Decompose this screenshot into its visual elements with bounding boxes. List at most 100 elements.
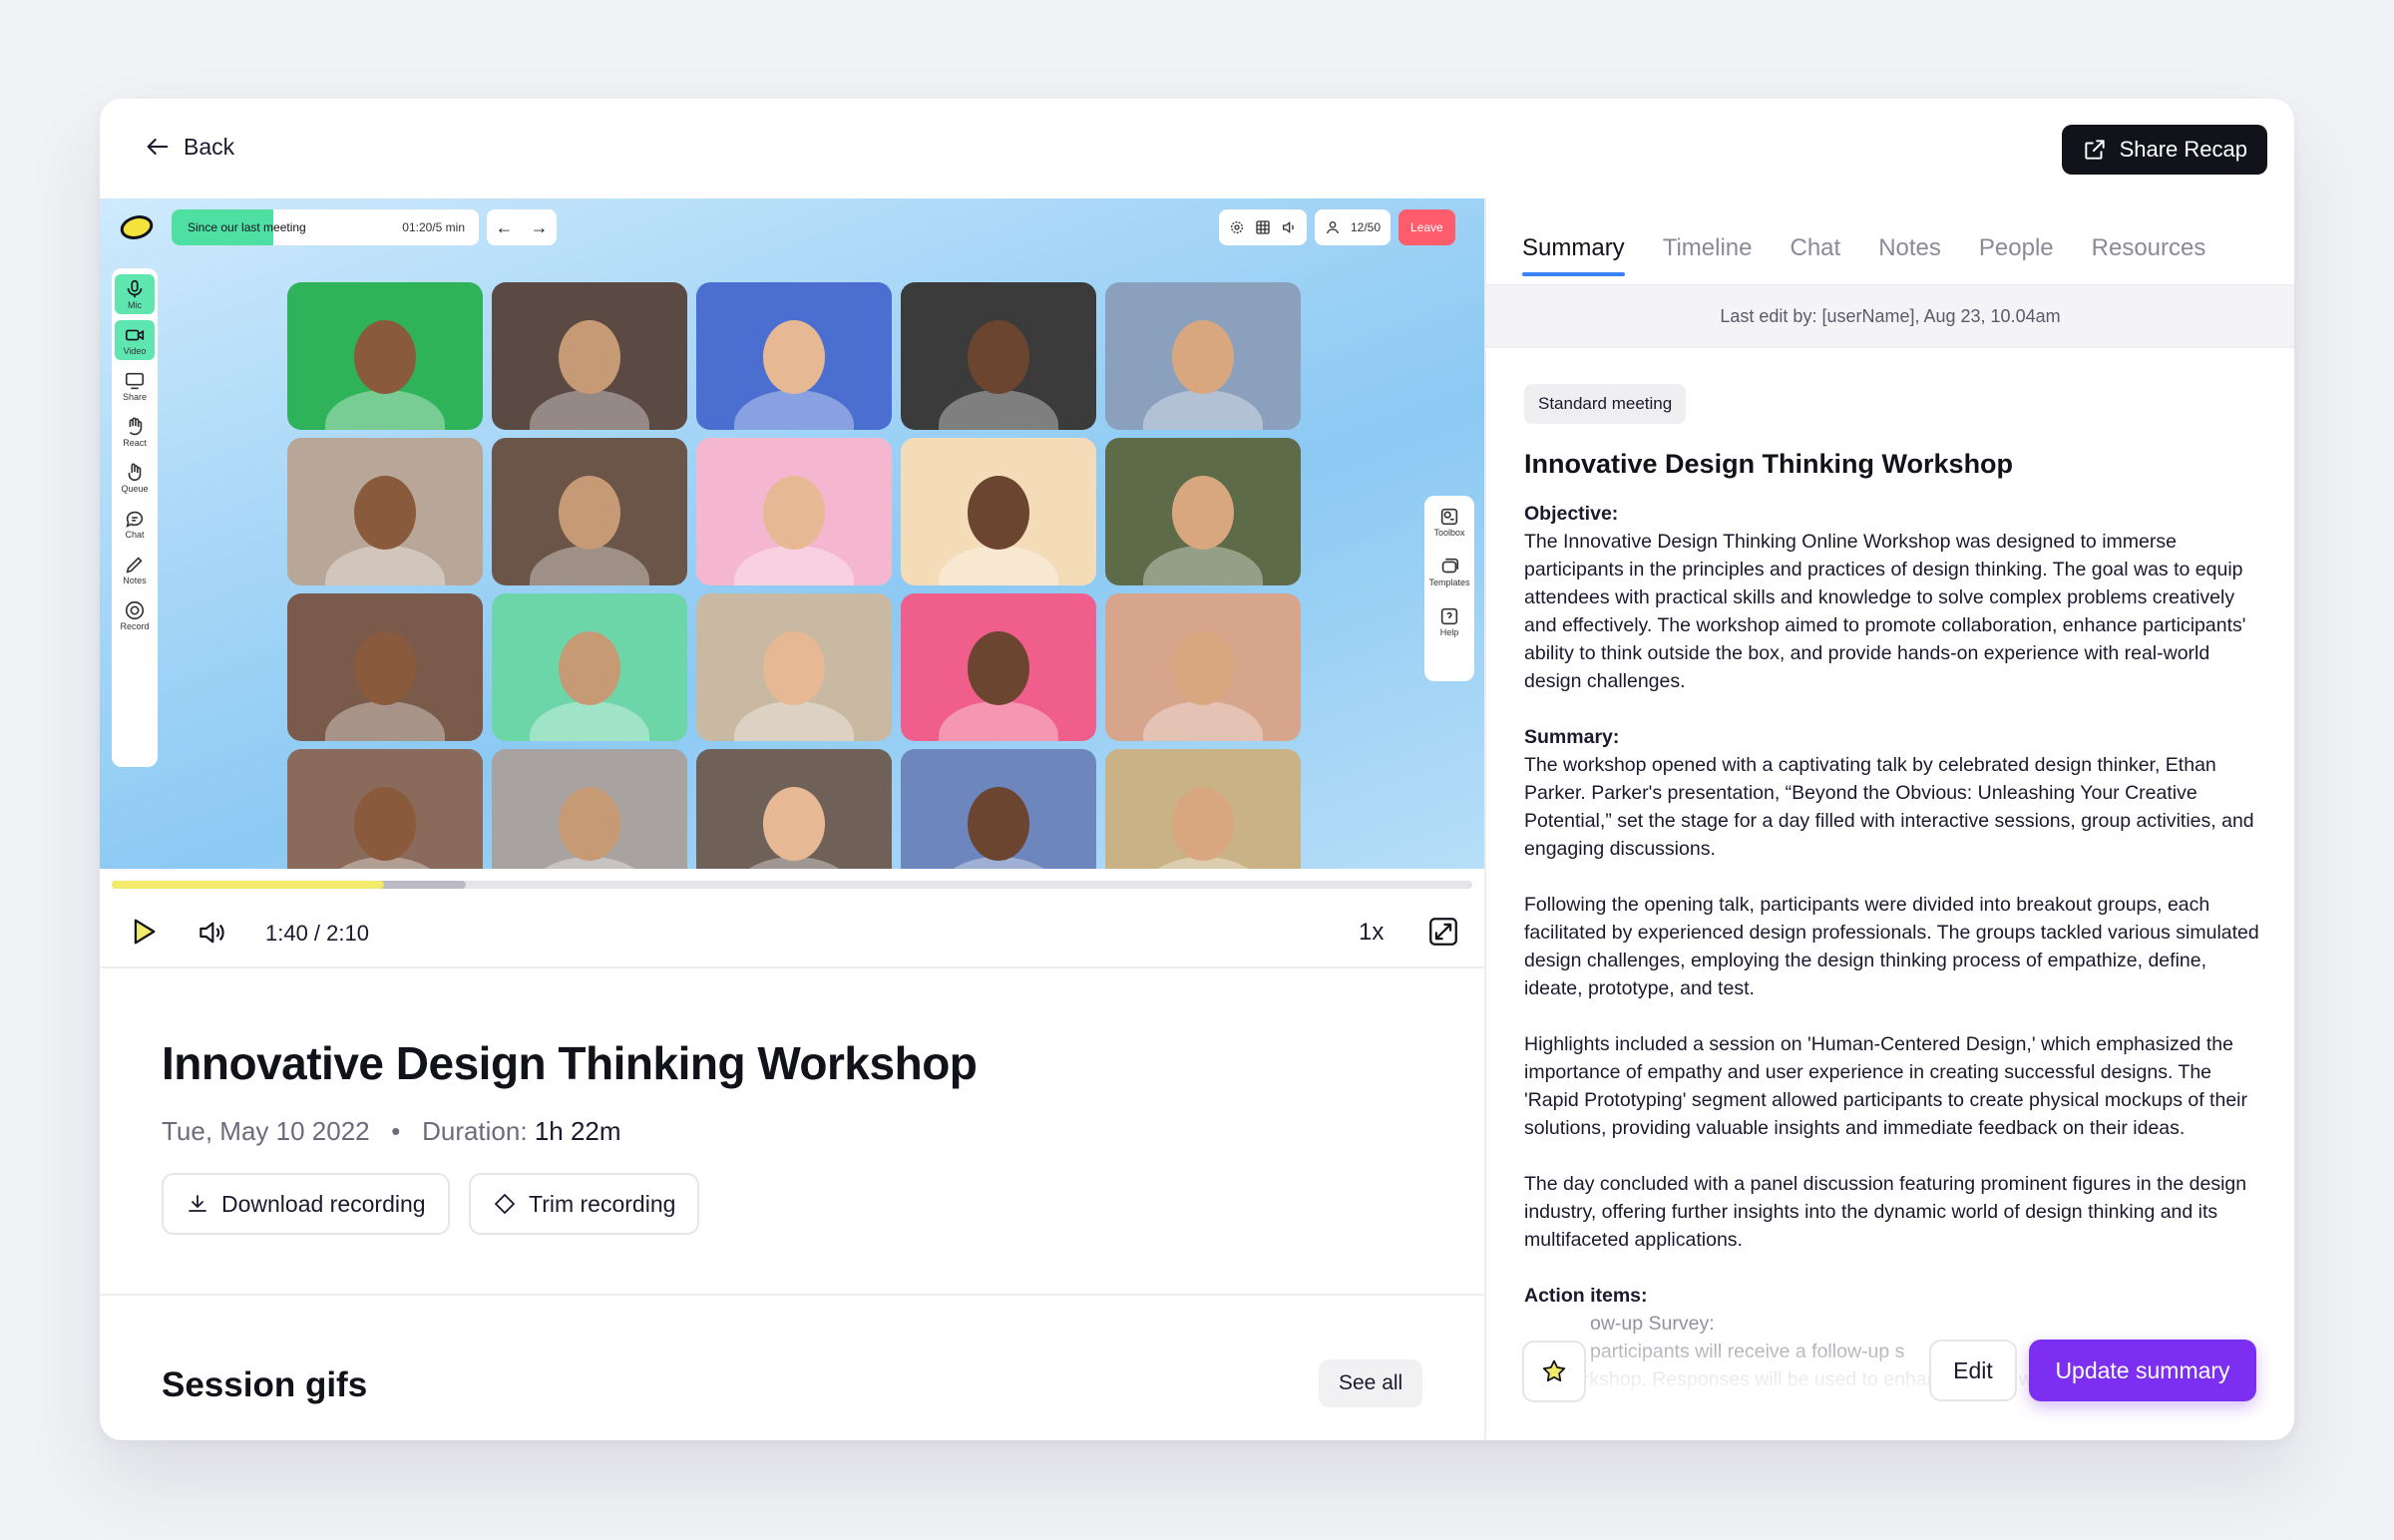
- edit-button[interactable]: Edit: [1929, 1340, 2017, 1401]
- tool-react[interactable]: React: [115, 412, 155, 452]
- play-icon[interactable]: [126, 915, 160, 949]
- tool-help[interactable]: Help: [1438, 605, 1460, 637]
- tool-label: Chat: [125, 530, 145, 540]
- participant-body: [1143, 390, 1263, 430]
- tab-notes[interactable]: Notes: [1878, 234, 1941, 276]
- fullscreen-icon[interactable]: [1426, 915, 1460, 949]
- leave-button[interactable]: Leave: [1398, 209, 1455, 245]
- tool-label: Share: [122, 392, 148, 402]
- trim-recording-button[interactable]: Trim recording: [469, 1173, 700, 1235]
- see-all-button[interactable]: See all: [1319, 1359, 1423, 1407]
- duration-value: 1h 22m: [534, 1116, 621, 1146]
- recap-panel: Summary Timeline Chat Notes People Resou…: [1484, 198, 2294, 1440]
- react-hand-icon: [129, 417, 143, 436]
- video-player[interactable]: Since our last meeting 01:20/5 min ← → 1…: [100, 198, 1484, 869]
- grid-icon[interactable]: [1255, 219, 1271, 235]
- section-divider: [100, 1294, 1484, 1296]
- summary-paragraph: The workshop opened with a captivating t…: [1524, 754, 2254, 860]
- download-recording-button[interactable]: Download recording: [162, 1173, 450, 1235]
- participant-tile: [492, 749, 687, 869]
- meeting-date: Tue, May 10 2022: [162, 1116, 370, 1146]
- participant-avatar: [354, 787, 416, 862]
- download-label: Download recording: [221, 1190, 426, 1217]
- raise-hand-icon: [128, 463, 142, 482]
- summary-paragraph: Highlights included a session on 'Human-…: [1524, 1033, 2247, 1139]
- help-icon: [1440, 607, 1458, 625]
- since-last-meeting-bar: Since our last meeting 01:20/5 min: [172, 209, 479, 245]
- trim-label: Trim recording: [529, 1190, 676, 1217]
- recap-card: Back Share Recap Since our last meeting …: [100, 99, 2294, 1440]
- participant-avatar: [968, 320, 1029, 395]
- tool-label: Video: [123, 346, 147, 356]
- duration-label: Duration:: [422, 1116, 528, 1146]
- tool-templates[interactable]: Templates: [1428, 556, 1470, 587]
- participant-body: [939, 546, 1058, 585]
- action-item-text-start: participants will receive a follow-up s: [1590, 1341, 1905, 1362]
- participant-tile: [696, 438, 892, 585]
- objective-text: The Innovative Design Thinking Online Wo…: [1524, 531, 2246, 692]
- tool-video[interactable]: Video: [115, 320, 155, 360]
- tool-notes[interactable]: Notes: [115, 550, 155, 589]
- meeting-meta: Tue, May 10 2022 • Duration: 1h 22m: [162, 1116, 621, 1147]
- participant-body: [325, 390, 445, 430]
- video-top-tools: 12/50 Leave: [1219, 209, 1455, 245]
- tool-record[interactable]: Record: [115, 595, 155, 635]
- tool-queue[interactable]: Queue: [115, 458, 155, 498]
- tool-share[interactable]: Share: [115, 366, 155, 406]
- update-summary-button[interactable]: Update summary: [2029, 1340, 2256, 1401]
- pencil-icon: [126, 557, 143, 574]
- meeting-title: Innovative Design Thinking Workshop: [162, 1037, 978, 1089]
- summary-paragraph: Following the opening talk, participants…: [1524, 894, 2259, 999]
- participant-tile: [287, 438, 483, 585]
- share-recap-button[interactable]: Share Recap: [2061, 125, 2267, 175]
- participant-avatar: [354, 476, 416, 551]
- arrow-left-icon[interactable]: ←: [496, 217, 514, 238]
- arrow-right-icon[interactable]: →: [531, 217, 549, 238]
- leave-label: Leave: [1410, 220, 1443, 234]
- participant-avatar: [354, 320, 416, 395]
- arrow-left-icon: [147, 138, 169, 156]
- participant-grid: [287, 282, 1301, 869]
- tab-summary[interactable]: Summary: [1522, 234, 1625, 276]
- favorite-button[interactable]: [1522, 1341, 1586, 1402]
- tool-chat[interactable]: Chat: [115, 504, 155, 544]
- participant-body: [734, 701, 854, 741]
- participant-tile: [901, 593, 1096, 741]
- participant-body: [325, 546, 445, 585]
- top-bar: Back Share Recap: [100, 99, 2294, 198]
- volume-icon[interactable]: [196, 917, 227, 949]
- tab-people[interactable]: People: [1979, 234, 2054, 276]
- participant-tile: [287, 593, 483, 741]
- objective-heading: Objective:: [1524, 503, 1619, 525]
- participant-avatar: [559, 631, 620, 706]
- participant-body: [939, 701, 1058, 741]
- participant-avatar: [763, 476, 825, 551]
- tool-label: Queue: [121, 484, 149, 494]
- participant-tile: [1105, 749, 1301, 869]
- star-icon: [1542, 1359, 1566, 1382]
- tool-toolbox[interactable]: Toolbox: [1433, 506, 1465, 538]
- tab-timeline[interactable]: Timeline: [1663, 234, 1753, 276]
- participant-avatar: [1172, 320, 1234, 395]
- video-progress-bar[interactable]: [112, 881, 1472, 889]
- participant-avatar: [968, 631, 1029, 706]
- participant-body: [734, 390, 854, 430]
- playback-speed[interactable]: 1x: [1359, 919, 1384, 947]
- back-button[interactable]: Back: [144, 133, 234, 161]
- app-logo-icon: [120, 215, 154, 239]
- participant-avatar: [1172, 476, 1234, 551]
- tab-resources[interactable]: Resources: [2092, 234, 2206, 276]
- participant-avatar: [763, 631, 825, 706]
- tool-mic[interactable]: Mic: [115, 274, 155, 314]
- participants-counter[interactable]: 12/50: [1315, 209, 1392, 245]
- microphone-icon: [127, 279, 143, 298]
- speaker-icon[interactable]: [1281, 219, 1297, 235]
- participant-avatar: [559, 787, 620, 862]
- participant-tile: [696, 749, 892, 869]
- gear-icon[interactable]: [1229, 219, 1245, 235]
- tab-chat[interactable]: Chat: [1791, 234, 1841, 276]
- participant-tile: [287, 282, 483, 430]
- participant-avatar: [968, 476, 1029, 551]
- tool-label: Help: [1439, 627, 1459, 637]
- participant-body: [734, 546, 854, 585]
